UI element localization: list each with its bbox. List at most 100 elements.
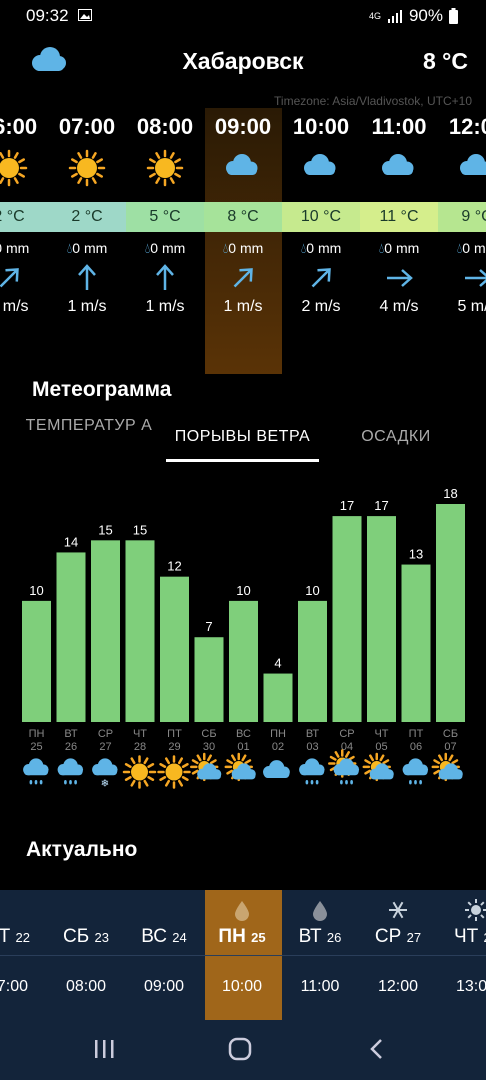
day-column[interactable]: ЧТ 28 13:00 [437, 890, 486, 1020]
bar-value-label: 18 [443, 486, 457, 501]
hour-precipitation: 💧︎0 mm [282, 240, 360, 257]
hour-column[interactable]: 08:00 5 °C 💧︎0 mm 1 m/s [126, 108, 204, 374]
cloud-rain-icon [23, 758, 49, 785]
cloud-icon [382, 154, 414, 175]
day-number-label: 30 [203, 741, 215, 753]
wind-arrow-icon [0, 268, 19, 288]
drop-icon [313, 901, 327, 921]
day-column[interactable]: ЧТ 22 07:00 [0, 890, 47, 1020]
hour-column[interactable]: 11:00 11 °C 💧︎0 mm 4 m/s [360, 108, 438, 374]
bar-value-label: 17 [340, 498, 354, 513]
day-name-label: ПТ [167, 728, 182, 740]
battery-percent: 90% [408, 6, 443, 25]
city-title[interactable]: Хабаровск [0, 48, 486, 75]
hour-time: 07:00 [58, 114, 116, 139]
hour-precipitation: 💧︎0 mm [438, 240, 486, 257]
day-name-label: СБ [443, 728, 458, 740]
day-number-label: 06 [410, 741, 422, 753]
sun-cloud-rain-icon [328, 749, 360, 785]
battery-icon [449, 8, 458, 24]
hour-column[interactable]: 09:00 8 °C 💧︎0 mm 1 m/s [204, 108, 282, 374]
hour-wind-speed: 1 m/s [67, 298, 107, 315]
gust-bar [332, 516, 362, 722]
day-column[interactable]: ВТ 26 11:00 [281, 890, 359, 1020]
tab-precipitation[interactable]: ОСАДКИ [336, 428, 456, 446]
day-name-label: ЧТ [133, 728, 147, 740]
status-time: 09:32 [26, 6, 69, 25]
precip-value: 0 mm [72, 240, 108, 256]
hour-weather [382, 154, 414, 175]
sun-cloud-icon [224, 752, 256, 782]
day-time: 08:00 [65, 978, 107, 995]
home-icon[interactable] [228, 1037, 252, 1061]
recent-apps-icon[interactable] [93, 1038, 115, 1060]
gust-bar [367, 516, 396, 722]
day-number-label: 29 [168, 741, 180, 753]
day-label: ПН 25 [218, 926, 266, 947]
hour-precipitation: 💧︎0 mm [48, 240, 126, 257]
day-name-label: СР [98, 728, 113, 740]
day-column[interactable]: СР 27 12:00 [359, 890, 437, 1020]
hour-time: 08:00 [136, 114, 194, 139]
hour-weather [226, 154, 258, 175]
day-label: ВС 24 [141, 926, 187, 947]
wind-arrow-icon [233, 268, 253, 288]
hour-column[interactable]: 07:00 2 °C 💧︎0 mm 1 m/s [48, 108, 126, 374]
gust-bar [401, 564, 431, 722]
bar-value-label: 10 [305, 583, 319, 598]
day-number-label: 26 [65, 741, 77, 753]
tab-temperature[interactable]: ТЕМПЕРАТУР А [24, 416, 154, 436]
wind-arrow-icon [387, 269, 413, 287]
bar-value-label: 15 [133, 522, 147, 537]
day-icon [313, 901, 327, 921]
cloud-icon [263, 760, 290, 778]
day-column[interactable]: ПН 25 10:00 [203, 890, 281, 1020]
bar-value-label: 7 [205, 619, 212, 634]
cloud-rain-icon [299, 758, 325, 785]
day-label: ЧТ 22 [0, 926, 31, 947]
day-time: 13:00 [455, 978, 486, 995]
wind-arrow-icon [465, 269, 486, 287]
day-name-label: ПН [270, 728, 286, 740]
day-icon [235, 901, 249, 921]
day-column[interactable]: ВС 24 09:00 [125, 890, 203, 1020]
day-name-label: ВС [236, 728, 251, 740]
hourly-forecast[interactable]: 06:002 °C💧︎0 mm1 m/s07:002 °C💧︎0 mm1 m/s… [0, 108, 486, 376]
hour-time: 10:00 [292, 114, 350, 139]
hour-time: 06:00 [0, 114, 38, 139]
wind-arrow-icon [78, 264, 96, 290]
day-name-label: СБ [201, 728, 216, 740]
sun-icon [0, 149, 28, 187]
gust-bar [436, 504, 465, 722]
tab-wind-gusts[interactable]: ПОРЫВЫ ВЕТРА [166, 428, 319, 446]
day-name-label: ПТ [409, 728, 424, 740]
hour-column[interactable]: 06:00 2 °C 💧︎0 mm 1 m/s [0, 108, 48, 374]
hour-precipitation: 💧︎0 mm [360, 240, 438, 257]
cloud-rain-icon [57, 758, 84, 785]
navigation-bar [0, 1020, 486, 1080]
hour-weather [68, 149, 106, 187]
day-column[interactable]: СБ 23 08:00 [47, 890, 125, 1020]
day-number-label: 05 [375, 741, 387, 753]
sun-icon [465, 899, 486, 921]
bar-value-label: 12 [167, 559, 181, 574]
sun-cloud-icon [362, 752, 394, 782]
hour-column[interactable]: 10:00 10 °C 💧︎0 mm 2 m/s [282, 108, 360, 374]
day-number-label: 25 [30, 741, 42, 753]
sun-icon [157, 755, 191, 789]
cloud-snow-icon: ❄ [92, 758, 118, 789]
hour-wind-speed: 1 m/s [0, 298, 29, 315]
bar-value-label: 13 [409, 547, 423, 562]
sun-cloud-icon [190, 752, 222, 782]
hour-temperature: 5 °C [126, 202, 204, 232]
day-icon [389, 901, 407, 919]
day-label: СР 27 [374, 926, 422, 947]
back-icon[interactable] [368, 1038, 386, 1060]
day-number-label: 01 [237, 741, 249, 753]
current-temperature: 8 °C [423, 48, 468, 74]
bar-value-label: 10 [236, 583, 250, 598]
cloud-icon [226, 154, 258, 175]
day-icon [0, 898, 20, 922]
day-label: ЧТ 28 [453, 926, 486, 947]
hour-column[interactable]: 12:00 9 °C 💧︎0 mm 5 m/s [438, 108, 486, 374]
